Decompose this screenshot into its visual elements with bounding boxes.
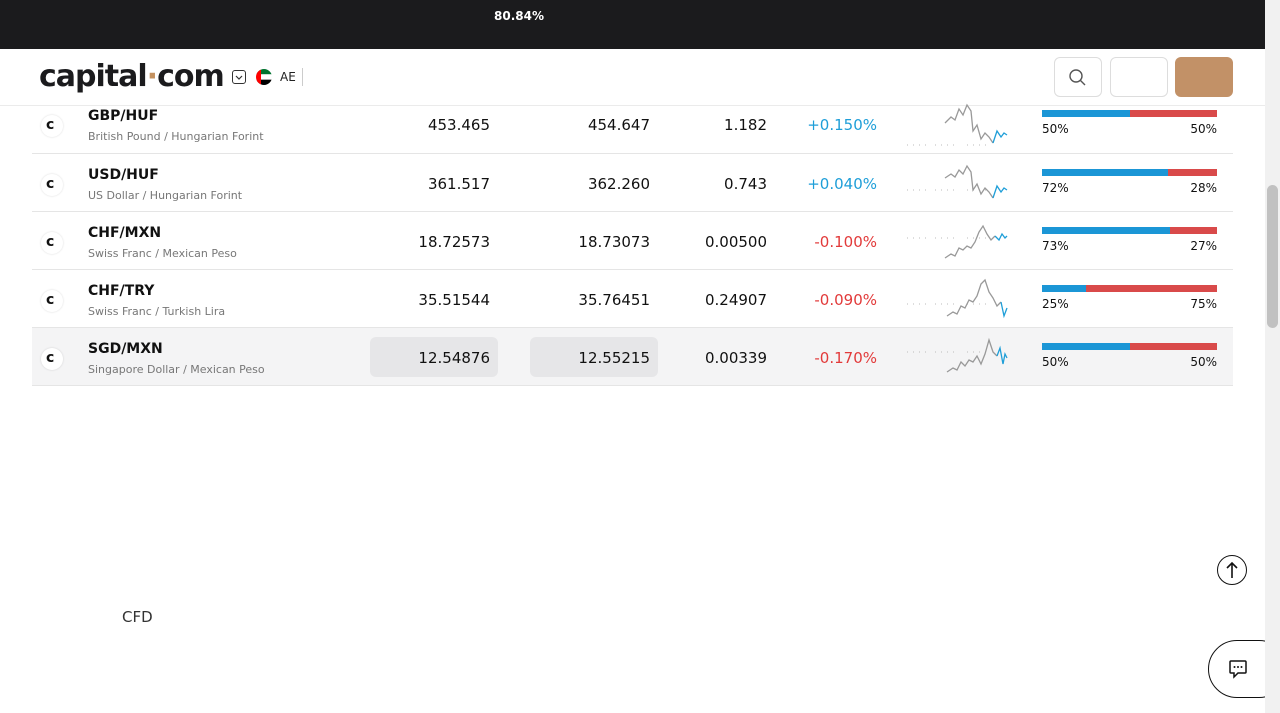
buyers-fill	[1042, 285, 1086, 292]
instrument-name: Singapore Dollar / Mexican Peso	[88, 363, 265, 376]
instrument-name: British Pound / Hungarian Forint	[88, 130, 264, 143]
sentiment-bar	[1042, 110, 1217, 117]
instrument-symbol[interactable]: CHF/TRY	[88, 283, 154, 299]
sell-price[interactable]: 18.72573	[418, 233, 490, 251]
search-button[interactable]	[1054, 57, 1102, 97]
sellers-percent: 28%	[1190, 181, 1217, 195]
logo-text: capital	[39, 59, 148, 94]
change-percent: -0.090%	[814, 291, 877, 309]
buy-price[interactable]: 35.76451	[578, 291, 650, 309]
sellers-percent: 75%	[1190, 297, 1217, 311]
sell-price[interactable]: 12.54876	[418, 349, 490, 367]
divider	[302, 68, 303, 86]
buy-price[interactable]: 454.647	[588, 116, 650, 134]
sparkline-chart	[907, 164, 1008, 199]
region-code[interactable]: AE	[280, 70, 296, 84]
instrument-symbol[interactable]: GBP/HUF	[88, 108, 158, 124]
buyers-fill	[1042, 110, 1130, 117]
instrument-name: US Dollar / Hungarian Forint	[88, 189, 243, 202]
buyers-fill	[1042, 169, 1168, 176]
sell-price[interactable]: 361.517	[428, 175, 490, 193]
search-icon	[1069, 69, 1086, 86]
buyers-percent: 73%	[1042, 239, 1069, 253]
change-percent: -0.170%	[814, 349, 877, 367]
sparkline-chart	[907, 224, 1008, 259]
capital-logo-icon: c	[41, 174, 63, 196]
buy-price[interactable]: 362.260	[588, 175, 650, 193]
region-dropdown-chevron-icon[interactable]	[232, 70, 246, 84]
sparkline-chart	[907, 103, 1008, 146]
table-row[interactable]: c CHF/MXN Swiss Franc / Mexican Peso 18.…	[32, 212, 1233, 270]
sell-price[interactable]: 453.465	[428, 116, 490, 134]
sell-price[interactable]: 35.51544	[418, 291, 490, 309]
logo[interactable]: capital·com	[39, 59, 225, 94]
capital-logo-icon: c	[41, 290, 63, 312]
banner-percent: 80.84%	[494, 9, 544, 23]
arrow-up-icon	[1226, 561, 1238, 578]
table-row[interactable]: c CHF/TRY Swiss Franc / Turkish Lira 35.…	[32, 270, 1233, 328]
sellers-percent: 27%	[1190, 239, 1217, 253]
spread-value: 0.00500	[704, 233, 767, 251]
spread-value: 1.182	[724, 116, 767, 134]
instrument-symbol[interactable]: CHF/MXN	[88, 225, 161, 241]
buy-price[interactable]: 18.73073	[578, 233, 650, 251]
sellers-percent: 50%	[1190, 122, 1217, 136]
spread-value: 0.743	[724, 175, 767, 193]
sentiment-bar	[1042, 169, 1217, 176]
cfd-label: CFD	[122, 608, 153, 626]
logo-tld: com	[157, 59, 225, 94]
buyers-percent: 50%	[1042, 122, 1069, 136]
change-percent: +0.040%	[807, 175, 877, 193]
sentiment-bar	[1042, 227, 1217, 234]
buyers-percent: 50%	[1042, 355, 1069, 369]
logo-dot: ·	[146, 59, 158, 94]
scrollbar-track[interactable]	[1265, 0, 1280, 713]
capital-logo-icon: c	[41, 232, 63, 254]
capital-logo-icon: c	[41, 115, 63, 137]
scrollbar-thumb[interactable]	[1267, 185, 1278, 328]
spread-value: 0.24907	[704, 291, 767, 309]
signup-button[interactable]	[1175, 57, 1233, 97]
sentiment-bar	[1042, 285, 1217, 292]
spread-value: 0.00339	[704, 349, 767, 367]
uae-flag-icon	[256, 69, 272, 85]
capital-logo-icon: c	[41, 348, 63, 370]
login-button[interactable]	[1110, 57, 1168, 97]
instrument-table: c GBP/HUF British Pound / Hungarian Fori…	[32, 95, 1233, 386]
buy-price[interactable]: 12.55215	[578, 349, 650, 367]
sparkline-chart	[907, 278, 1008, 319]
change-percent: -0.100%	[814, 233, 877, 251]
top-banner: 80.84%	[0, 0, 1265, 49]
sentiment-bar	[1042, 343, 1217, 350]
scroll-to-top-button[interactable]	[1217, 555, 1247, 585]
table-row[interactable]: c USD/HUF US Dollar / Hungarian Forint 3…	[32, 154, 1233, 212]
table-row[interactable]: c GBP/HUF British Pound / Hungarian Fori…	[32, 95, 1233, 154]
instrument-symbol[interactable]: SGD/MXN	[88, 341, 163, 357]
sellers-percent: 50%	[1190, 355, 1217, 369]
buyers-percent: 72%	[1042, 181, 1069, 195]
chat-icon	[1229, 660, 1247, 679]
table-row[interactable]: c SGD/MXN Singapore Dollar / Mexican Pes…	[32, 328, 1233, 386]
buyers-fill	[1042, 227, 1170, 234]
sparkline-chart	[907, 337, 1008, 373]
buyers-fill	[1042, 343, 1130, 350]
instrument-name: Swiss Franc / Mexican Peso	[88, 247, 237, 260]
change-percent: +0.150%	[807, 116, 877, 134]
instrument-name: Swiss Franc / Turkish Lira	[88, 305, 226, 318]
buyers-percent: 25%	[1042, 297, 1069, 311]
instrument-symbol[interactable]: USD/HUF	[88, 167, 159, 183]
